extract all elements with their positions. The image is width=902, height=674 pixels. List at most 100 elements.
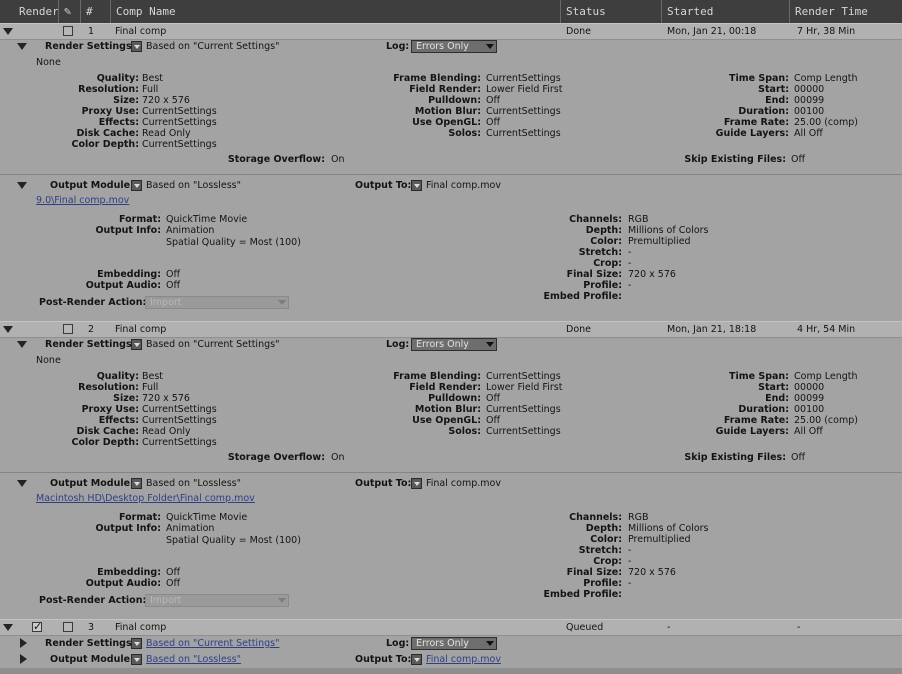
- col-status[interactable]: Status: [560, 0, 661, 23]
- stretch-label: Stretch:: [578, 247, 622, 258]
- final-size-label: Final Size:: [566, 269, 622, 280]
- log-select[interactable]: Errors Only: [411, 338, 497, 351]
- output-to-dropdown[interactable]: [411, 478, 422, 489]
- pulldown-label: Pulldown:: [428, 95, 481, 106]
- output-to-value[interactable]: Final comp.mov: [426, 478, 501, 489]
- render-checkbox[interactable]: [63, 26, 73, 36]
- crop-label: Crop:: [593, 556, 622, 567]
- embed-profile-label: Embed Profile:: [543, 589, 622, 600]
- resolution-value: Full: [142, 382, 159, 393]
- render-time-text: 7 Hr, 38 Min: [797, 26, 856, 37]
- render-settings-label: Render Settings:: [45, 41, 136, 52]
- queue-item-row[interactable]: 2 Final comp Done Mon, Jan 21, 18:18 4 H…: [0, 321, 902, 338]
- skip-existing-label: Skip Existing Files:: [684, 154, 786, 165]
- time-span-label: Time Span:: [728, 371, 789, 382]
- render-settings-dropdown[interactable]: [131, 339, 142, 350]
- output-module-dropdown[interactable]: [131, 478, 142, 489]
- expand-render-settings-triangle[interactable]: [17, 341, 27, 348]
- comp-name[interactable]: Final comp: [115, 621, 166, 634]
- output-audio-value: Off: [166, 280, 181, 291]
- quality-value: Best: [142, 371, 164, 382]
- output-module-dropdown[interactable]: [131, 180, 142, 191]
- col-comp-name[interactable]: Comp Name: [110, 0, 560, 23]
- output-module-value[interactable]: Based on "Lossless": [146, 478, 241, 489]
- output-module-value[interactable]: Based on "Lossless": [146, 180, 241, 191]
- col-number[interactable]: #: [80, 0, 110, 23]
- status-text: Queued: [566, 622, 604, 633]
- pulldown-value: Off: [486, 95, 501, 106]
- output-to-dropdown[interactable]: [411, 180, 422, 191]
- render-settings-value[interactable]: Based on "Current Settings": [146, 638, 279, 649]
- proxy-use-value: CurrentSettings: [142, 106, 217, 117]
- field-render-value: Lower Field First: [486, 382, 563, 393]
- guide-layers-label: Guide Layers:: [715, 426, 789, 437]
- final-size-label: Final Size:: [566, 567, 622, 578]
- output-to-dropdown[interactable]: [411, 654, 422, 665]
- expand-render-settings-triangle[interactable]: [17, 43, 27, 50]
- comp-name[interactable]: Final comp: [115, 25, 166, 38]
- end-label: End:: [765, 393, 789, 404]
- expand-output-module-triangle[interactable]: [17, 182, 27, 189]
- expand-output-module-triangle[interactable]: [20, 654, 27, 664]
- log-select[interactable]: Errors Only: [411, 637, 497, 650]
- output-to-label: Output To:: [355, 654, 412, 665]
- field-render-value: Lower Field First: [486, 84, 563, 95]
- post-render-select[interactable]: Import: [145, 594, 289, 607]
- output-module-value[interactable]: Based on "Lossless": [146, 654, 241, 665]
- embedding-label: Embedding:: [97, 567, 161, 578]
- proxy-use-label: Proxy Use:: [81, 404, 139, 415]
- proxy-use-value: CurrentSettings: [142, 404, 217, 415]
- render-checkbox[interactable]: [63, 324, 73, 334]
- effects-label: Effects:: [98, 415, 139, 426]
- output-audio-label: Output Audio:: [85, 578, 161, 589]
- post-render-label: Post-Render Action:: [39, 297, 147, 308]
- disk-cache-label: Disk Cache:: [76, 426, 139, 437]
- expand-item-triangle[interactable]: [3, 326, 13, 333]
- stretch-value: -: [628, 247, 632, 258]
- use-opengl-label: Use OpenGL:: [412, 415, 481, 426]
- col-started[interactable]: Started: [661, 0, 789, 23]
- output-to-value[interactable]: Final comp.mov: [426, 180, 501, 191]
- channels-label: Channels:: [569, 214, 622, 225]
- motion-blur-label: Motion Blur:: [414, 106, 481, 117]
- end-value: 00099: [794, 393, 825, 404]
- label-checkbox[interactable]: [63, 622, 73, 632]
- resolution-label: Resolution:: [78, 382, 139, 393]
- start-value: 00000: [794, 84, 825, 95]
- col-render-time[interactable]: Render Time: [789, 0, 902, 23]
- render-settings-dropdown[interactable]: [131, 41, 142, 52]
- duration-label: Duration:: [738, 404, 789, 415]
- expand-item-triangle[interactable]: [3, 624, 13, 631]
- render-settings-label: Render Settings:: [45, 638, 136, 649]
- motion-blur-label: Motion Blur:: [414, 404, 481, 415]
- pulldown-label: Pulldown:: [428, 393, 481, 404]
- post-render-select[interactable]: Import: [145, 296, 289, 309]
- frame-rate-value: 25.00 (comp): [794, 117, 858, 128]
- col-render[interactable]: Render: [14, 0, 59, 23]
- output-to-value[interactable]: Final comp.mov: [426, 654, 501, 665]
- output-path-link[interactable]: 9.0\Final comp.mov: [36, 195, 129, 206]
- duration-value: 00100: [794, 404, 825, 415]
- render-settings-dropdown[interactable]: [131, 638, 142, 649]
- output-module-label: Output Module:: [50, 478, 134, 489]
- time-span-value: Comp Length: [794, 371, 858, 382]
- embed-profile-label: Embed Profile:: [543, 291, 622, 302]
- comp-name[interactable]: Final comp: [115, 323, 166, 336]
- format-value: QuickTime Movie: [166, 214, 248, 225]
- expand-item-triangle[interactable]: [3, 28, 13, 35]
- log-select[interactable]: Errors Only: [411, 40, 497, 53]
- expand-output-module-triangle[interactable]: [17, 480, 27, 487]
- output-module-dropdown[interactable]: [131, 654, 142, 665]
- size-value: 720 x 576: [142, 393, 190, 404]
- use-opengl-value: Off: [486, 415, 501, 426]
- col-label-icon[interactable]: ✎: [58, 0, 80, 23]
- render-settings-value[interactable]: Based on "Current Settings": [146, 41, 279, 52]
- output-info-value: Animation: [166, 523, 215, 534]
- render-settings-value[interactable]: Based on "Current Settings": [146, 339, 279, 350]
- expand-render-settings-triangle[interactable]: [20, 638, 27, 648]
- queue-item-row[interactable]: 3 Final comp Queued - -: [0, 619, 902, 636]
- render-checkbox-checked[interactable]: [32, 620, 42, 633]
- color-label: Color:: [590, 534, 622, 545]
- queue-item-row[interactable]: 1 Final comp Done Mon, Jan 21, 00:18 7 H…: [0, 23, 902, 40]
- output-path-link[interactable]: Macintosh HD\Desktop Folder\Final comp.m…: [36, 493, 255, 504]
